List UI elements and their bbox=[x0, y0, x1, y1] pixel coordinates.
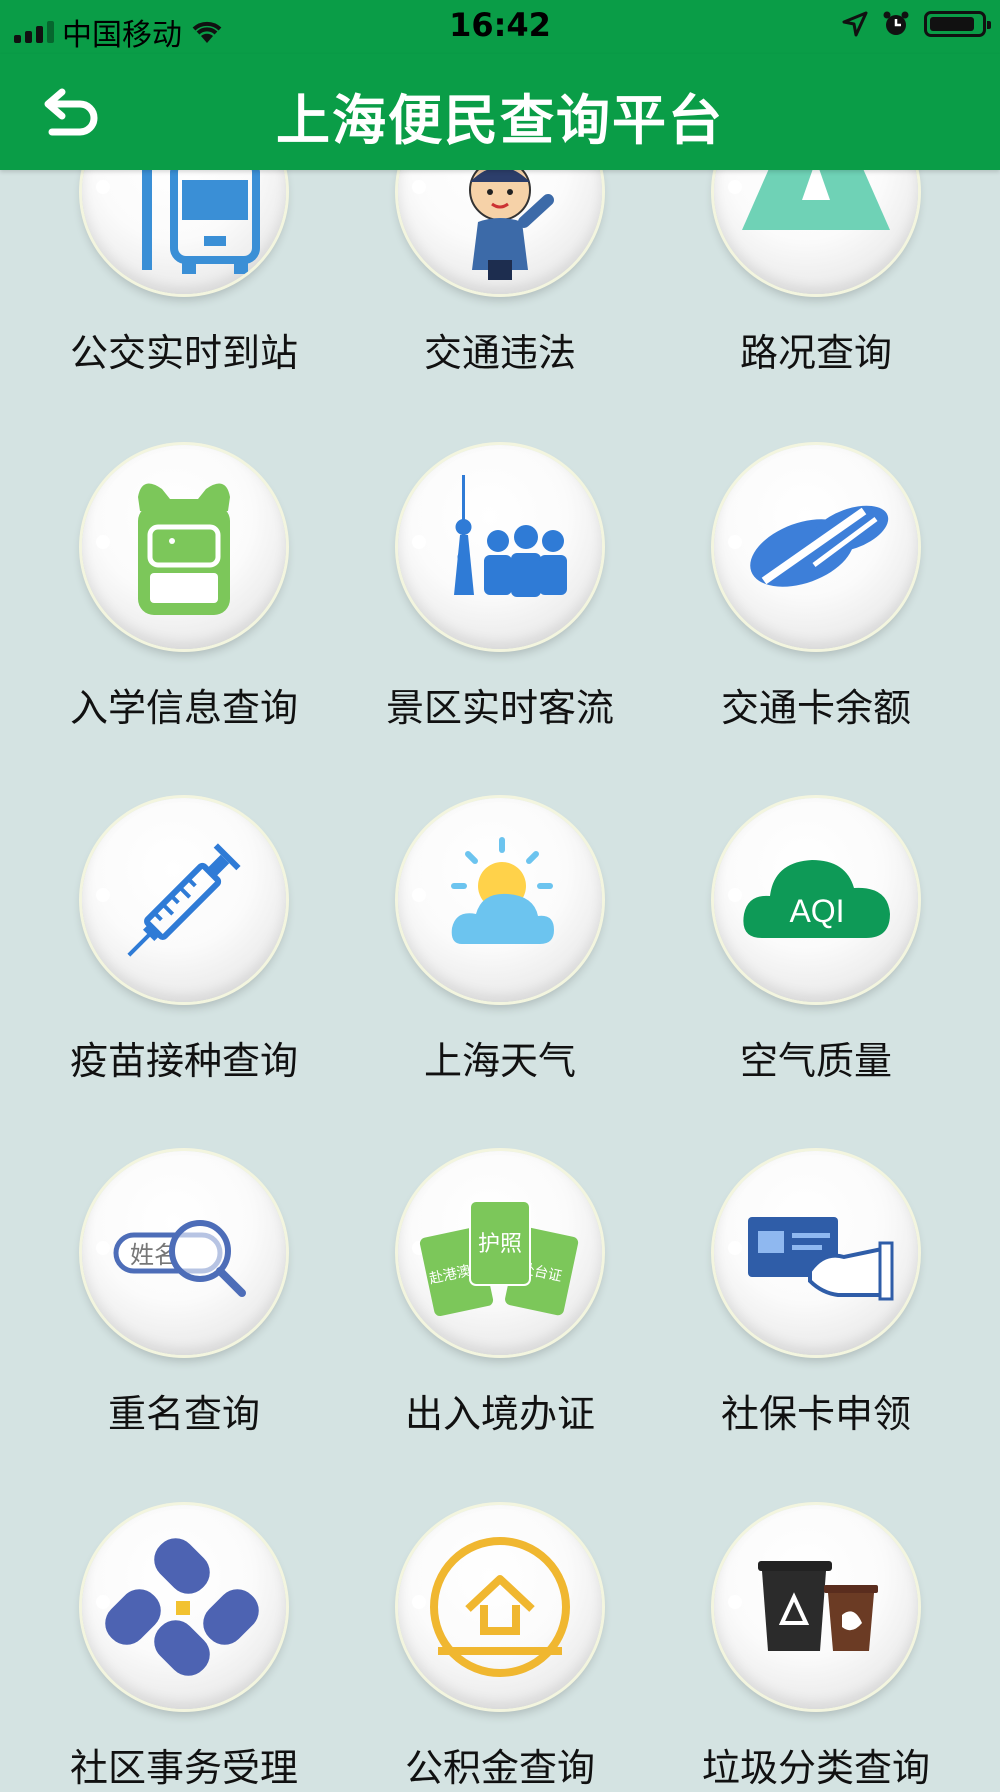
service-label: 交通卡余额 bbox=[720, 686, 911, 730]
syringe-icon bbox=[127, 843, 241, 957]
service-trash-sorting[interactable]: 垃圾分类查询 bbox=[686, 1505, 946, 1790]
service-label: 公交实时到站 bbox=[69, 331, 298, 375]
service-label: 上海天气 bbox=[423, 1039, 576, 1083]
backpack-icon bbox=[138, 483, 230, 615]
tourist-crowd-icon bbox=[454, 475, 567, 597]
service-label: 垃圾分类查询 bbox=[701, 1746, 930, 1790]
service-label: 交通违法 bbox=[423, 331, 576, 375]
service-label: 景区实时客流 bbox=[385, 686, 614, 730]
community-affairs-icon bbox=[105, 1538, 259, 1676]
alarm-clock-icon bbox=[883, 11, 909, 35]
service-transit-card-balance[interactable]: 交通卡余额 bbox=[686, 445, 946, 730]
location-arrow-icon bbox=[842, 11, 868, 37]
nav-bar: 上海便民查询平台 bbox=[0, 54, 1000, 170]
name-search-icon: 姓名 bbox=[113, 1220, 246, 1297]
service-air-quality[interactable]: AQI 空气质量 bbox=[686, 798, 946, 1083]
trash-sorting-icon bbox=[758, 1561, 878, 1651]
service-social-security-card[interactable]: 社保卡申领 bbox=[686, 1151, 946, 1436]
service-exit-entry[interactable]: 赴港澳证 赴台证 护照 出入境办证 bbox=[370, 1151, 630, 1436]
housing-fund-icon bbox=[430, 1537, 570, 1677]
service-duplicate-name[interactable]: 姓名 重名查询 bbox=[54, 1151, 314, 1436]
page-title: 上海便民查询平台 bbox=[276, 89, 724, 152]
service-vaccination[interactable]: 疫苗接种查询 bbox=[54, 798, 314, 1083]
service-label: 入学信息查询 bbox=[69, 686, 298, 730]
aqi-cloud-icon: AQI bbox=[743, 860, 890, 938]
service-label: 出入境办证 bbox=[404, 1392, 595, 1436]
aqi-text: AQI bbox=[789, 893, 844, 929]
service-label: 社区事务受理 bbox=[69, 1746, 298, 1790]
passport-text: 护照 bbox=[478, 1232, 522, 1257]
social-security-card-icon bbox=[748, 1217, 894, 1301]
weather-icon bbox=[451, 837, 554, 944]
service-label: 疫苗接种查询 bbox=[69, 1039, 298, 1083]
service-community-affairs[interactable]: 社区事务受理 bbox=[54, 1505, 314, 1790]
service-grid: 公交实时到站 交通违法 路况查询 入学信息查询 景区实时客流 交通卡余额 疫苗接… bbox=[0, 0, 1000, 1790]
transit-card-icon bbox=[750, 505, 889, 587]
service-label: 空气质量 bbox=[739, 1039, 892, 1083]
service-school-enrollment[interactable]: 入学信息查询 bbox=[54, 445, 314, 730]
service-shanghai-weather[interactable]: 上海天气 bbox=[370, 798, 630, 1083]
service-label: 路况查询 bbox=[739, 331, 892, 375]
service-label: 社保卡申领 bbox=[720, 1392, 911, 1436]
status-bar: 中国移动 16:42 bbox=[0, 0, 1000, 54]
service-housing-fund[interactable]: 公积金查询 bbox=[370, 1505, 630, 1790]
service-label: 公积金查询 bbox=[404, 1746, 595, 1790]
battery-icon bbox=[924, 11, 991, 37]
passport-icon: 赴港澳证 赴台证 护照 bbox=[419, 1200, 579, 1317]
service-scenic-crowd[interactable]: 景区实时客流 bbox=[370, 445, 630, 730]
service-label: 重名查询 bbox=[107, 1392, 260, 1436]
